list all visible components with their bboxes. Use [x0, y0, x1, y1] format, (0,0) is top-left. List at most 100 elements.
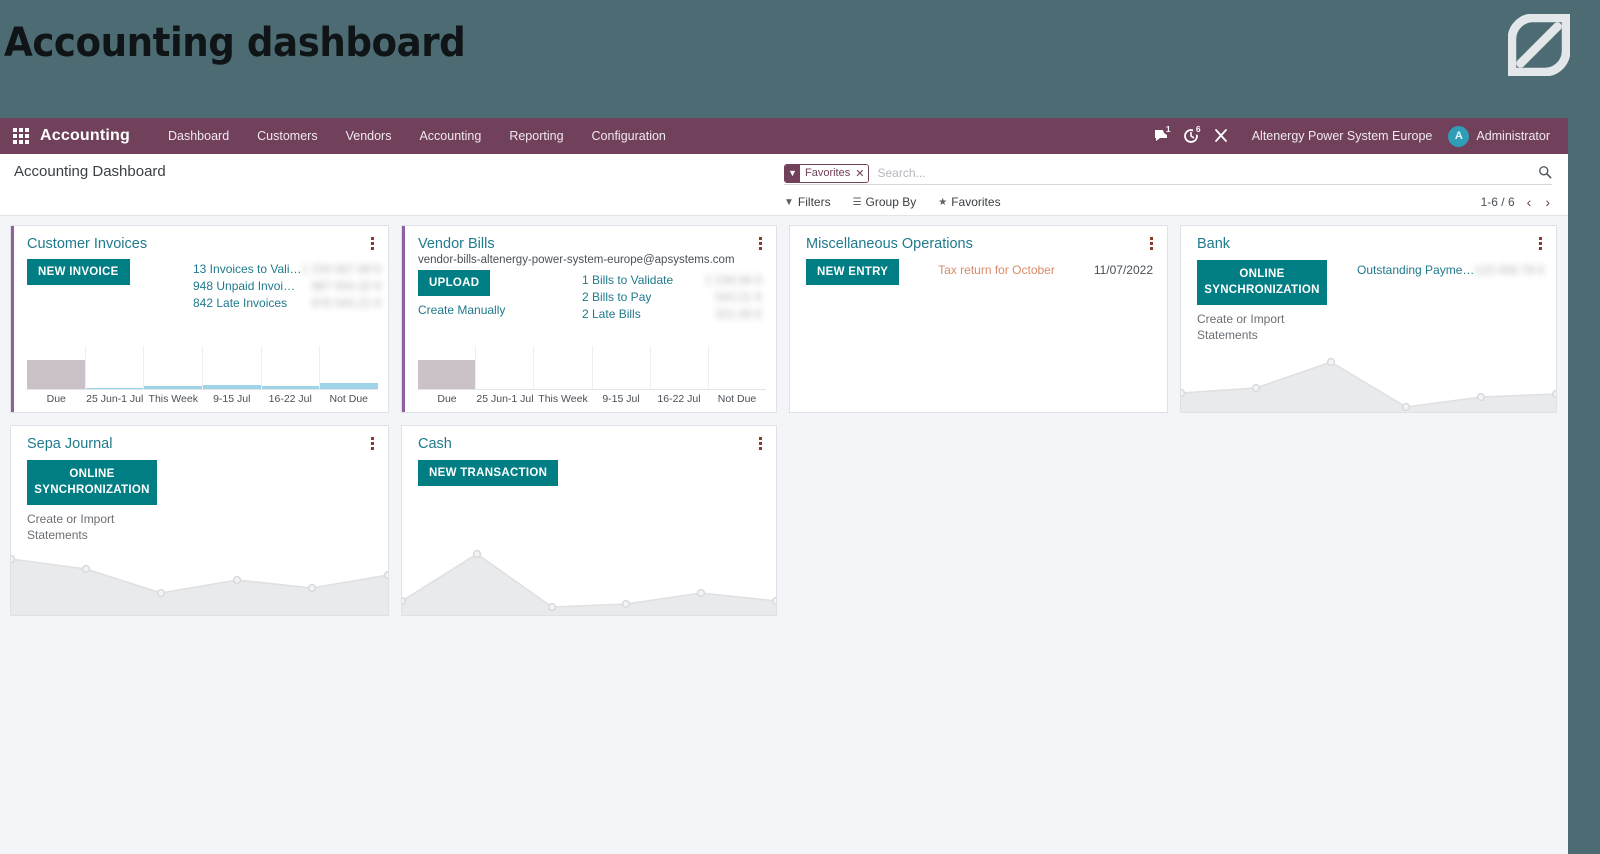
bar-series — [27, 346, 379, 390]
bar-cell — [418, 346, 476, 389]
search-facet-label: Favorites — [800, 164, 855, 182]
nav-item-customers[interactable]: Customers — [243, 118, 331, 154]
control-panel-toggles: ▼ Filters ☰ Group By ★ Favorites 1-6 / 6… — [784, 192, 1552, 212]
stat-label[interactable]: 13 Invoices to Vali… — [193, 261, 302, 277]
bar-series — [418, 346, 766, 390]
new-transaction-button[interactable]: NEW TRANSACTION — [418, 460, 559, 486]
new-invoice-button[interactable]: NEW INVOICE — [27, 259, 130, 285]
chart-sepa-journal-area[interactable] — [11, 547, 388, 615]
stat-unpaid-invoices[interactable]: 948 Unpaid Invoi… 987 654.32 € — [193, 278, 382, 294]
nav-item-accounting[interactable]: Accounting — [405, 118, 495, 154]
clock-activity-icon[interactable]: 6 — [1176, 118, 1206, 154]
groupby-dropdown[interactable]: ☰ Group By — [853, 195, 917, 209]
control-panel: Accounting Dashboard ▼ Favorites ✕ ▼ Fil… — [0, 154, 1568, 216]
stat-late-invoices[interactable]: 842 Late Invoices 876 543.21 € — [193, 295, 382, 311]
stat-label[interactable]: 842 Late Invoices — [193, 295, 287, 311]
filters-dropdown[interactable]: ▼ Filters — [784, 195, 831, 209]
create-or-import-statements-link[interactable]: Create or Import Statements — [27, 512, 173, 544]
card-vendor-bills[interactable]: Vendor Bills vendor-bills-altenergy-powe… — [401, 225, 777, 413]
stat-bills-to-validate[interactable]: 1 Bills to Validate 1 234.56 € — [582, 272, 762, 288]
star-icon: ★ — [938, 196, 948, 208]
stat-invoices-to-validate[interactable]: 13 Invoices to Vali… 1 234 567.89 € — [193, 261, 382, 277]
favorites-dropdown[interactable]: ★ Favorites — [938, 195, 1000, 209]
user-menu[interactable]: A Administrator — [1448, 125, 1562, 147]
stat-label[interactable]: 2 Bills to Pay — [582, 289, 651, 305]
create-or-import-statements-link[interactable]: Create or Import Statements — [1197, 312, 1343, 344]
search-facet-favorites[interactable]: ▼ Favorites ✕ — [784, 163, 870, 183]
bar-axis-labels: Due 25 Jun-1 Jul This Week 9-15 Jul 16-2… — [418, 390, 766, 405]
axis-tick: This Week — [538, 393, 588, 405]
wrench-tools-icon[interactable] — [1206, 118, 1236, 154]
stat-amount: 1 234.56 € — [705, 273, 762, 287]
page-banner: Accounting dashboard — [0, 0, 1600, 118]
axis-tick: 25 Jun-1 Jul — [86, 393, 144, 405]
online-synchronization-button[interactable]: ONLINE SYNCHRONIZATION — [27, 460, 157, 506]
dashboard-row-1: Customer Invoices NEW INVOICE 13 Invoice… — [10, 225, 1558, 413]
chart-cash-area[interactable] — [402, 535, 776, 615]
card-miscellaneous-operations[interactable]: Miscellaneous Operations NEW ENTRY Tax r… — [789, 225, 1168, 413]
card-title: Customer Invoices — [27, 236, 148, 252]
stat-label[interactable]: Outstanding Payme… — [1357, 262, 1474, 278]
pager-count: 1-6 / 6 — [1480, 195, 1515, 209]
favorites-label: Favorites — [951, 195, 1001, 209]
create-manually-link[interactable]: Create Manually — [418, 303, 568, 317]
chevron-left-icon[interactable]: ‹ — [1525, 194, 1534, 210]
card-title: Sepa Journal — [27, 436, 113, 452]
stat-amount: 543.21 € — [715, 290, 762, 305]
groupby-label: Group By — [865, 195, 917, 209]
misc-entry-row[interactable]: Tax return for October 11/07/2022 — [930, 261, 1153, 277]
stat-late-bills[interactable]: 2 Late Bills 321.00 € — [582, 306, 762, 322]
axis-tick: Due — [46, 393, 66, 405]
misc-entry-name[interactable]: Tax return for October — [930, 263, 1063, 277]
bar-cell — [260, 346, 320, 389]
upload-button[interactable]: UPLOAD — [418, 270, 491, 296]
chart-bank-area[interactable] — [1181, 350, 1556, 412]
axis-tick: 9-15 Jul — [602, 393, 640, 405]
chart-vendor-bills-bars[interactable]: Due 25 Jun-1 Jul This Week 9-15 Jul 16-2… — [402, 346, 766, 408]
search-icon[interactable] — [1532, 165, 1552, 182]
new-entry-button[interactable]: NEW ENTRY — [806, 259, 900, 285]
close-icon[interactable]: ✕ — [854, 164, 869, 182]
axis-tick: 16-22 Jul — [657, 393, 701, 405]
navbar-right-tools: 1 6 Altenergy Power System Europe A Admi… — [1146, 118, 1562, 154]
nav-item-configuration[interactable]: Configuration — [578, 118, 680, 154]
nav-item-dashboard[interactable]: Dashboard — [154, 118, 243, 154]
bar-cell — [649, 346, 708, 389]
axis-tick: Not Due — [717, 393, 757, 405]
chat-bubble-icon[interactable]: 1 — [1146, 118, 1176, 154]
bar-cell — [202, 346, 261, 389]
bar-cell — [27, 346, 85, 389]
dashboard-content: Customer Invoices NEW INVOICE 13 Invoice… — [0, 216, 1568, 616]
stat-bills-to-pay[interactable]: 2 Bills to Pay 543.21 € — [582, 289, 762, 305]
axis-tick: Due — [437, 393, 457, 405]
nav-item-vendors[interactable]: Vendors — [332, 118, 406, 154]
filter-icon: ▼ — [784, 196, 794, 208]
search-input[interactable] — [873, 166, 1532, 180]
online-synchronization-button[interactable]: ONLINE SYNCHRONIZATION — [1197, 260, 1327, 306]
company-switcher[interactable]: Altenergy Power System Europe — [1236, 129, 1449, 143]
chevron-right-icon[interactable]: › — [1543, 194, 1552, 210]
card-customer-invoices[interactable]: Customer Invoices NEW INVOICE 13 Invoice… — [10, 225, 389, 413]
breadcrumb: Accounting Dashboard — [14, 163, 166, 180]
axis-tick: 9-15 Jul — [213, 393, 251, 405]
chart-customer-invoices-bars[interactable]: Due 25 Jun-1 Jul This Week 9-15 Jul 16-2… — [11, 346, 379, 408]
apps-grid-icon[interactable] — [10, 125, 32, 147]
messages-badge: 1 — [1162, 124, 1174, 135]
app-brand[interactable]: Accounting — [40, 127, 130, 145]
axis-tick: 16-22 Jul — [268, 393, 312, 405]
card-cash[interactable]: Cash NEW TRANSACTION — [401, 425, 777, 616]
nav-item-reporting[interactable]: Reporting — [495, 118, 577, 154]
filter-icon: ▼ — [785, 164, 800, 182]
stat-amount: 123 456.78 € — [1474, 263, 1545, 277]
bar-cell — [533, 346, 591, 389]
axis-tick: This Week — [148, 393, 198, 405]
axis-tick: 25 Jun-1 Jul — [476, 393, 534, 405]
bar-cell — [143, 346, 203, 389]
stat-outstanding-payments[interactable]: Outstanding Payme… 123 456.78 € — [1357, 262, 1544, 278]
card-bank[interactable]: Bank ONLINE SYNCHRONIZATION Create or Im… — [1180, 225, 1557, 413]
card-title: Bank — [1197, 236, 1231, 252]
stat-label[interactable]: 1 Bills to Validate — [582, 272, 673, 288]
stat-label[interactable]: 2 Late Bills — [582, 306, 641, 322]
stat-label[interactable]: 948 Unpaid Invoi… — [193, 278, 295, 294]
card-sepa-journal[interactable]: Sepa Journal ONLINE SYNCHRONIZATION Crea… — [10, 425, 389, 616]
